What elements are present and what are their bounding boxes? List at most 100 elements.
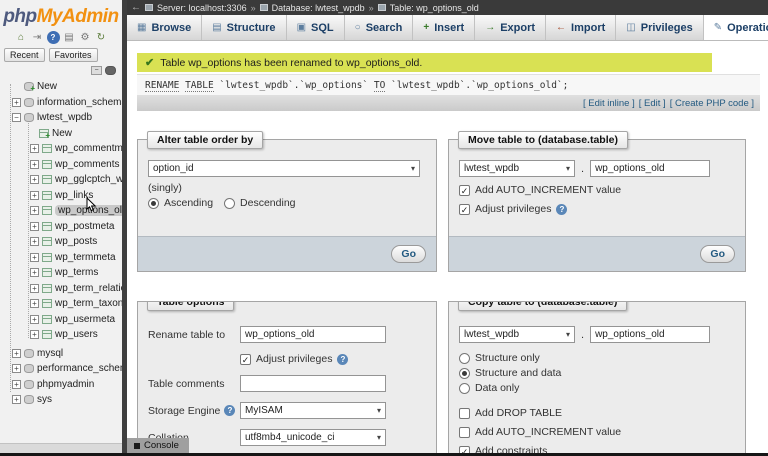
move-database-select[interactable]: lwtest_wpdb ▾ bbox=[459, 160, 575, 177]
tab-search[interactable]: ○ Search bbox=[345, 15, 414, 40]
copy-auto-increment-checkbox[interactable] bbox=[459, 426, 470, 438]
unlink-panel-icon[interactable] bbox=[105, 66, 116, 75]
structure-and-data-label: Structure and data bbox=[475, 367, 562, 379]
help-icon[interactable]: ? bbox=[224, 405, 236, 416]
table-comments-input[interactable] bbox=[240, 375, 386, 392]
descending-radio[interactable] bbox=[224, 197, 236, 209]
structure-only-radio[interactable] bbox=[459, 352, 470, 364]
move-table-fieldset: Move table to (database.table) lwtest_wp… bbox=[448, 131, 746, 272]
help-icon[interactable]: ? bbox=[337, 353, 349, 365]
breadcrumb-database[interactable]: Database: lwtest_wpdb bbox=[272, 3, 365, 13]
tree-item-database[interactable]: − lwtest_wpdb bbox=[6, 110, 122, 126]
ascending-radio[interactable] bbox=[148, 197, 159, 209]
tree-item-table-selected[interactable]: + wp_options_old bbox=[6, 203, 122, 219]
create-php-code-link[interactable]: [ Create PHP code ] bbox=[670, 98, 754, 109]
tab-browse[interactable]: ▦ Browse bbox=[127, 15, 203, 40]
tree-item-table[interactable]: + wp_termmeta bbox=[6, 250, 122, 266]
home-icon[interactable]: ⌂ bbox=[15, 31, 28, 44]
sql-query-display: RENAME TABLE `lwtest_wpdb`.`wp_options` … bbox=[137, 74, 760, 95]
adjust-privileges-checkbox[interactable] bbox=[240, 353, 251, 365]
sql-keyword[interactable]: RENAME bbox=[145, 80, 180, 92]
tree-item-table[interactable]: +wp_term_relationships bbox=[6, 281, 122, 297]
rename-table-input[interactable] bbox=[240, 326, 386, 343]
alter-order-go-button[interactable]: Go bbox=[391, 245, 426, 263]
structure-and-data-radio[interactable] bbox=[459, 367, 470, 379]
table-icon bbox=[42, 299, 52, 309]
tree-item-database[interactable]: + sys bbox=[6, 392, 122, 408]
sql-keyword[interactable]: TO bbox=[373, 80, 386, 92]
tab-privileges[interactable]: ◫ Privileges bbox=[616, 15, 704, 40]
tree-item-table[interactable]: + wp_users bbox=[6, 327, 122, 343]
move-adjust-privileges-checkbox[interactable] bbox=[459, 203, 470, 215]
phpmyadmin-logo[interactable]: phpMyAdmin bbox=[0, 0, 122, 28]
tab-structure[interactable]: ▤ Structure bbox=[202, 15, 287, 40]
tab-sql[interactable]: ▣ SQL bbox=[287, 15, 345, 40]
tree-item-table[interactable]: +wp_commentmeta bbox=[6, 141, 122, 157]
tree-item-new-database[interactable]: New bbox=[6, 79, 122, 95]
console-toggle[interactable]: Console bbox=[127, 438, 189, 453]
tab-insert[interactable]: + Insert bbox=[413, 15, 476, 40]
copy-table-name-input[interactable] bbox=[590, 326, 711, 343]
navigation-sidebar: phpMyAdmin ⌂ ⇥ ? ▤ ⚙ ↻ Recent Favorites … bbox=[0, 0, 122, 456]
sql-window-icon[interactable]: ▤ bbox=[63, 31, 76, 44]
copy-database-select[interactable]: lwtest_wpdb ▾ bbox=[459, 326, 575, 343]
edit-link[interactable]: [ Edit ] bbox=[639, 98, 666, 109]
logout-icon[interactable]: ⇥ bbox=[31, 31, 44, 44]
tree-item-table[interactable]: + wp_terms bbox=[6, 265, 122, 281]
storage-engine-select[interactable]: MyISAM ▾ bbox=[240, 402, 386, 419]
table-icon bbox=[42, 159, 52, 169]
move-adjust-privileges-label: Adjust privileges bbox=[475, 203, 552, 215]
tree-item-database[interactable]: + mysql bbox=[6, 346, 122, 362]
tree-item-database[interactable]: +performance_schema bbox=[6, 361, 122, 377]
recent-button[interactable]: Recent bbox=[4, 48, 45, 62]
collation-select[interactable]: utf8mb4_unicode_ci ▾ bbox=[240, 429, 386, 446]
settings-gear-icon[interactable]: ⚙ bbox=[79, 31, 92, 44]
tree-item-table[interactable]: + wp_comments bbox=[6, 157, 122, 173]
move-table-go-button[interactable]: Go bbox=[700, 245, 735, 263]
tab-import[interactable]: ← Import bbox=[546, 15, 617, 40]
ascending-label: Ascending bbox=[164, 197, 214, 209]
alter-order-footer: Go bbox=[138, 236, 436, 271]
tree-item-database[interactable]: + information_schema bbox=[6, 95, 122, 111]
refresh-icon[interactable]: ↻ bbox=[95, 31, 108, 44]
tree-item-new-table[interactable]: New bbox=[6, 126, 122, 142]
favorites-button[interactable]: Favorites bbox=[48, 48, 98, 62]
table-options-fieldset: Table options Rename table to Adjust pri… bbox=[137, 301, 437, 456]
table-icon bbox=[42, 330, 52, 340]
tree-item-table[interactable]: + wp_links bbox=[6, 188, 122, 204]
help-icon[interactable]: ? bbox=[556, 203, 568, 215]
tree-item-database[interactable]: + phpmyadmin bbox=[6, 377, 122, 393]
descending-label: Descending bbox=[240, 197, 296, 209]
move-table-name-input[interactable] bbox=[590, 160, 711, 177]
help-icon[interactable]: ? bbox=[46, 31, 60, 44]
tree-item-table[interactable]: +wp_term_taxonomy bbox=[6, 296, 122, 312]
sidebar-scrollbar[interactable] bbox=[0, 443, 122, 453]
tree-item-table[interactable]: + wp_usermeta bbox=[6, 312, 122, 328]
collapse-all-icon[interactable]: − bbox=[91, 66, 102, 75]
logo-php-text: php bbox=[3, 6, 37, 27]
tree-item-table[interactable]: + wp_posts bbox=[6, 234, 122, 250]
operations-content: ✔ Table wp_options has been renamed to w… bbox=[127, 41, 768, 456]
breadcrumb-server[interactable]: Server: localhost:3306 bbox=[157, 3, 247, 13]
quick-access: Recent Favorites bbox=[0, 48, 122, 64]
tab-export[interactable]: → Export bbox=[475, 15, 547, 40]
add-drop-table-checkbox[interactable] bbox=[459, 407, 470, 419]
tab-operations[interactable]: ✎Operations bbox=[703, 15, 768, 40]
database-icon bbox=[24, 379, 34, 389]
tree-item-table[interactable]: +wp_gglcptch_whitelist bbox=[6, 172, 122, 188]
move-auto-increment-checkbox[interactable] bbox=[459, 184, 470, 196]
table-icon bbox=[42, 175, 52, 185]
table-icon bbox=[42, 190, 52, 200]
chevron-down-icon: ▾ bbox=[565, 330, 570, 339]
tree-item-table[interactable]: + wp_postmeta bbox=[6, 219, 122, 235]
edit-inline-link[interactable]: [ Edit inline ] bbox=[583, 98, 635, 109]
back-arrow-icon[interactable]: ← bbox=[131, 2, 141, 13]
server-icon bbox=[145, 4, 153, 11]
order-column-select[interactable]: option_id ▾ bbox=[148, 160, 420, 177]
sql-keyword[interactable]: TABLE bbox=[185, 80, 214, 92]
data-only-radio[interactable] bbox=[459, 382, 470, 394]
table-tabs: ▦ Browse ▤ Structure ▣ SQL ○ Search + Insert … bbox=[127, 15, 768, 41]
new-database-icon bbox=[24, 82, 35, 93]
breadcrumb-table[interactable]: Table: wp_options_old bbox=[390, 3, 479, 13]
structure-only-label: Structure only bbox=[475, 352, 540, 364]
